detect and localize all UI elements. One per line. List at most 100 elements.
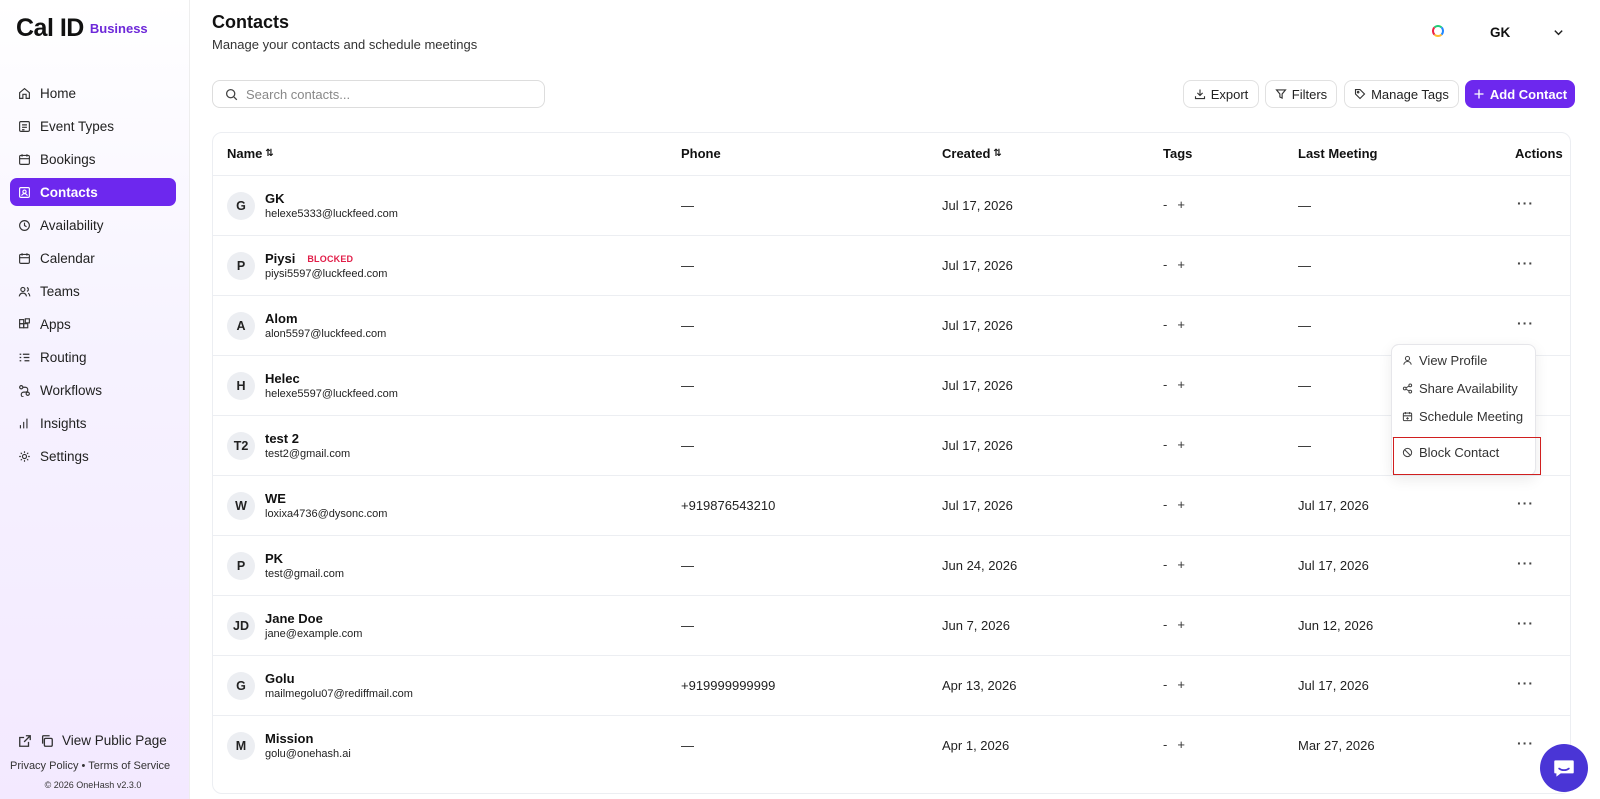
- more-actions-button[interactable]: ···: [1517, 615, 1534, 631]
- user-menu[interactable]: GK: [1490, 25, 1510, 40]
- sidebar-item-routing[interactable]: Routing: [10, 343, 176, 371]
- home-icon: [18, 87, 31, 100]
- add-tag-button[interactable]: +: [1177, 677, 1185, 692]
- share-availability-item[interactable]: Share Availability: [1402, 381, 1518, 396]
- table-row[interactable]: JD Jane Doe jane@example.com — Jun 7, 2026 - +…: [213, 596, 1570, 656]
- sidebar-item-label: Contacts: [40, 184, 98, 200]
- table-row[interactable]: P Piysi BLOCKED piysi5597@luckfeed.com — Jul …: [213, 236, 1570, 296]
- chart-icon: [18, 417, 31, 430]
- add-tag-button[interactable]: +: [1177, 497, 1185, 512]
- chevron-down-icon[interactable]: [1553, 27, 1564, 38]
- table-row[interactable]: A Alom alon5597@luckfeed.com — Jul 17, 2026 -…: [213, 296, 1570, 356]
- add-tag-button[interactable]: +: [1177, 737, 1185, 752]
- block-contact-label: Block Contact: [1419, 445, 1500, 460]
- export-button[interactable]: Export: [1183, 80, 1259, 108]
- chat-launcher-button[interactable]: [1540, 744, 1588, 792]
- contact-email: jane@example.com: [265, 628, 363, 640]
- avatar: P: [227, 552, 255, 580]
- contact-tags: - +: [1163, 317, 1185, 332]
- contact-tags: - +: [1163, 677, 1185, 692]
- add-tag-button[interactable]: +: [1177, 377, 1185, 392]
- sidebar-item-home[interactable]: Home: [10, 79, 176, 107]
- contact-name: Piysi BLOCKED: [265, 251, 353, 266]
- manage-tags-button[interactable]: Manage Tags: [1344, 80, 1459, 108]
- search-box[interactable]: [212, 80, 545, 108]
- table-row[interactable]: W WE loxixa4736@dysonc.com +919876543210 Jul…: [213, 476, 1570, 536]
- sidebar-item-calendar[interactable]: Calendar: [10, 244, 176, 272]
- table-row[interactable]: T2 test 2 test2@gmail.com — Jul 17, 2026 - + —: [213, 416, 1570, 476]
- more-actions-button[interactable]: ···: [1517, 675, 1534, 691]
- add-tag-button[interactable]: +: [1177, 557, 1185, 572]
- block-contact-item[interactable]: Block Contact: [1402, 445, 1499, 460]
- terms-of-service-link[interactable]: Terms of Service: [88, 760, 170, 772]
- add-tag-button[interactable]: +: [1177, 617, 1185, 632]
- column-actions: Actions: [1515, 146, 1563, 161]
- logo[interactable]: Cal ID Business: [16, 14, 148, 43]
- filters-button[interactable]: Filters: [1265, 80, 1337, 108]
- contact-name-text: GK: [265, 191, 285, 206]
- contact-name: Helec: [265, 371, 300, 386]
- tags-empty: -: [1163, 197, 1168, 212]
- contact-name-text: Jane Doe: [265, 611, 323, 626]
- add-contact-label: Add Contact: [1489, 86, 1568, 102]
- more-actions-button[interactable]: ···: [1517, 195, 1534, 211]
- table-row[interactable]: G GK helexe5333@luckfeed.com — Jul 17, 2026 -…: [213, 176, 1570, 236]
- contact-created: Apr 13, 2026: [942, 678, 1017, 693]
- column-created[interactable]: Created ⇅: [942, 146, 1002, 161]
- sidebar-item-apps[interactable]: Apps: [10, 310, 176, 338]
- contact-phone: +919999999999: [681, 678, 776, 693]
- contact-email: piysi5597@luckfeed.com: [265, 268, 388, 280]
- contact-name-text: Helec: [265, 371, 300, 386]
- routing-icon: [18, 351, 31, 364]
- column-created-label: Created: [942, 146, 991, 161]
- table-row[interactable]: H Helec helexe5597@luckfeed.com — Jul 17, 20…: [213, 356, 1570, 416]
- contact-email: helexe5333@luckfeed.com: [265, 208, 398, 220]
- table-row[interactable]: M Mission golu@onehash.ai — Apr 1, 2026 - + Mar…: [213, 716, 1570, 776]
- add-tag-button[interactable]: +: [1177, 197, 1185, 212]
- sidebar-item-teams[interactable]: Teams: [10, 277, 176, 305]
- table-row[interactable]: P PK test@gmail.com — Jun 24, 2026 - + Jul 17, …: [213, 536, 1570, 596]
- sidebar-item-event-types[interactable]: Event Types: [10, 112, 176, 140]
- contact-phone: —: [681, 618, 694, 633]
- column-name[interactable]: Name ⇅: [227, 146, 274, 161]
- sidebar-item-bookings[interactable]: Bookings: [10, 145, 176, 173]
- more-actions-button[interactable]: ···: [1517, 555, 1534, 571]
- contact-name: Golu: [265, 671, 295, 686]
- sidebar-item-workflows[interactable]: Workflows: [10, 376, 176, 404]
- avatar: T2: [227, 432, 255, 460]
- sidebar-item-settings[interactable]: Settings: [10, 442, 176, 470]
- privacy-policy-link[interactable]: Privacy Policy: [10, 760, 78, 772]
- more-actions-button[interactable]: ···: [1517, 255, 1534, 271]
- table-header: Name ⇅ Phone Created ⇅ Tags Last Meeting…: [213, 133, 1570, 176]
- sort-icon: ⇅: [993, 148, 1002, 159]
- more-actions-button[interactable]: ···: [1517, 735, 1534, 751]
- contact-name-text: Mission: [265, 731, 314, 746]
- more-actions-button[interactable]: ···: [1517, 315, 1534, 331]
- add-tag-button[interactable]: +: [1177, 257, 1185, 272]
- sidebar-item-insights[interactable]: Insights: [10, 409, 176, 437]
- add-contact-button[interactable]: Add Contact: [1465, 80, 1575, 108]
- sidebar-item-contacts[interactable]: Contacts: [10, 178, 176, 206]
- contact-phone: —: [681, 438, 694, 453]
- avatar: M: [227, 732, 255, 760]
- sidebar-item-label: Workflows: [40, 382, 103, 398]
- plus-icon: [1474, 89, 1484, 99]
- contact-created: Jun 24, 2026: [942, 558, 1018, 573]
- contact-phone: —: [681, 558, 694, 573]
- contact-name-text: Alom: [265, 311, 298, 326]
- add-tag-button[interactable]: +: [1177, 317, 1185, 332]
- view-public-page-link[interactable]: View Public Page: [18, 733, 167, 748]
- tags-empty: -: [1163, 437, 1168, 452]
- schedule-meeting-item[interactable]: Schedule Meeting: [1402, 409, 1523, 424]
- table-row[interactable]: G Golu mailmegolu07@rediffmail.com +9199999…: [213, 656, 1570, 716]
- search-input[interactable]: [246, 86, 526, 102]
- more-actions-button[interactable]: ···: [1517, 495, 1534, 511]
- avatar: A: [227, 312, 255, 340]
- contacts-icon: [18, 186, 31, 199]
- sidebar-item-availability[interactable]: Availability: [10, 211, 176, 239]
- chat-icon: [1554, 760, 1574, 777]
- add-tag-button[interactable]: +: [1177, 437, 1185, 452]
- view-profile-item[interactable]: View Profile: [1402, 353, 1487, 368]
- contact-last-meeting: Mar 27, 2026: [1298, 738, 1375, 753]
- contact-tags: - +: [1163, 617, 1185, 632]
